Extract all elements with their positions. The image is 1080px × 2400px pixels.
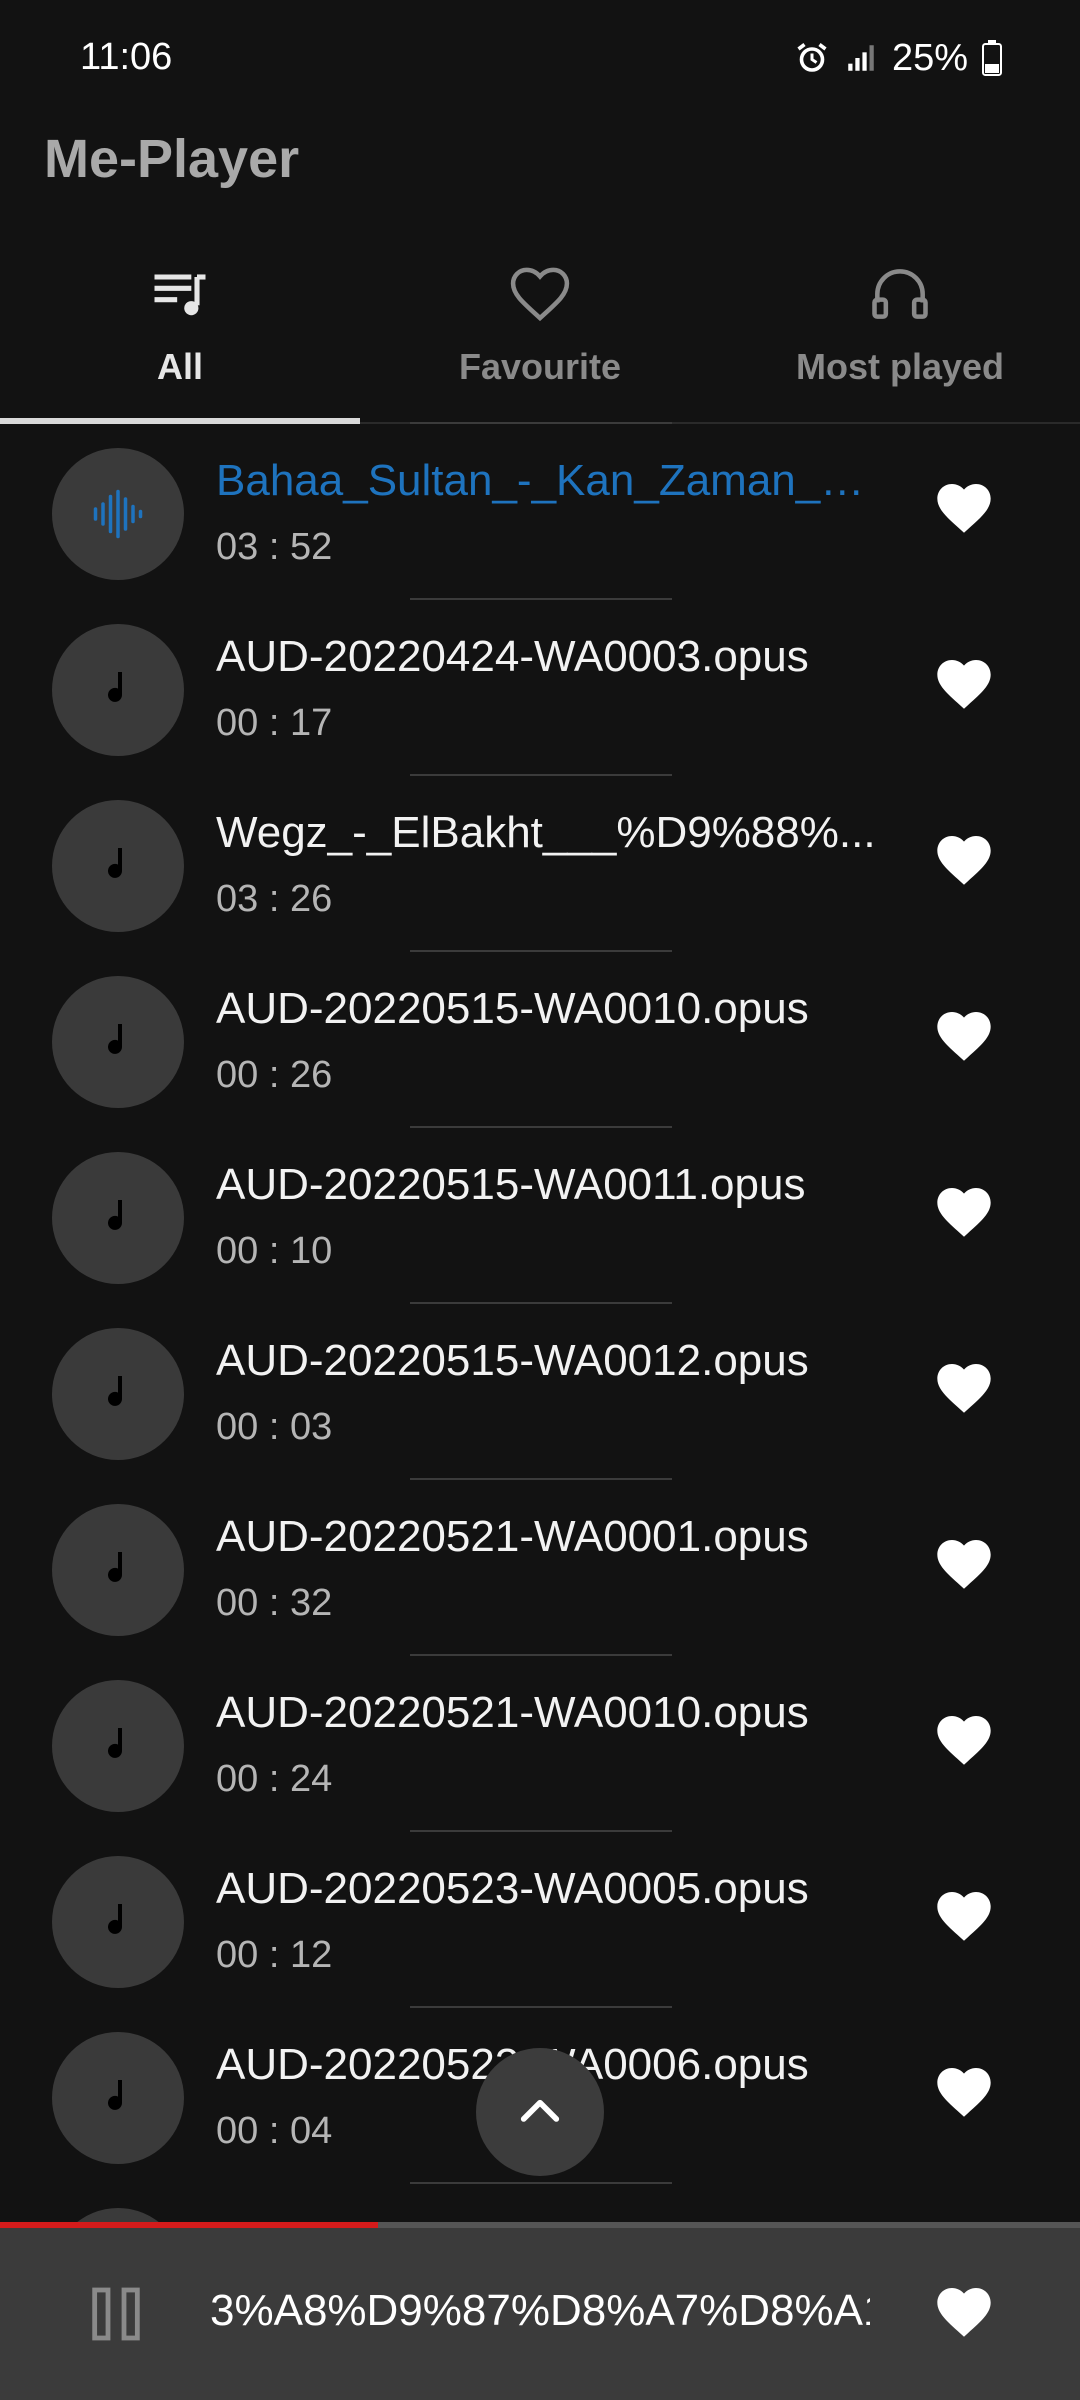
playlist-icon — [154, 274, 206, 316]
song-row-partial[interactable] — [0, 2182, 1080, 2222]
song-duration: 00 : 24 — [216, 1758, 333, 1800]
song-title: AUD-20220521-WA0010.opus — [216, 1688, 809, 1737]
favorite-heart-icon[interactable] — [932, 2280, 996, 2344]
song-list[interactable]: Bahaa_Sultan_-_Kan_Zaman__... 03 : 52 AU… — [0, 422, 1080, 2222]
row-divider — [410, 2006, 672, 2008]
song-row[interactable]: Bahaa_Sultan_-_Kan_Zaman__... 03 : 52 — [0, 422, 1080, 598]
row-divider — [410, 422, 672, 424]
tab-all-label: All — [156, 346, 203, 387]
song-avatar — [52, 1152, 184, 1284]
row-divider — [410, 950, 672, 952]
row-divider — [410, 1654, 672, 1656]
song-avatar — [52, 1680, 184, 1812]
pause-icon[interactable] — [84, 2282, 148, 2346]
song-duration: 00 : 26 — [216, 1054, 333, 1096]
song-row[interactable]: AUD-20220424-WA0003.opus 00 : 17 — [0, 598, 1080, 774]
progress-fill — [0, 2222, 378, 2228]
tab-most-played[interactable]: Most played — [720, 240, 1080, 422]
song-avatar — [52, 2208, 184, 2222]
song-row[interactable]: AUD-20220521-WA0010.opus 00 : 24 — [0, 1654, 1080, 1830]
song-duration: 00 : 10 — [216, 1230, 333, 1272]
music-note-icon — [108, 1728, 122, 1758]
row-divider — [410, 1302, 672, 1304]
soundwave-icon — [93, 489, 143, 539]
song-title: AUD-20220521-WA0001.opus — [216, 1512, 809, 1561]
tab-favourite[interactable]: Favourite — [360, 240, 720, 422]
status-time: 11:06 — [80, 36, 173, 78]
battery-icon — [982, 40, 1002, 76]
song-title: AUD-20220424-WA0003.opus — [216, 632, 809, 681]
song-avatar — [52, 976, 184, 1108]
favorite-heart-icon[interactable] — [932, 652, 996, 716]
favorite-heart-icon[interactable] — [932, 1708, 996, 1772]
song-row[interactable]: AUD-20220515-WA0010.opus 00 : 26 — [0, 950, 1080, 1126]
chevron-up-icon — [520, 2099, 560, 2122]
alarm-icon — [794, 40, 830, 76]
music-note-icon — [108, 2080, 122, 2110]
tab-most-played-label: Most played — [795, 346, 1005, 387]
app-title: Me-Player — [44, 129, 300, 189]
song-avatar — [52, 1856, 184, 1988]
music-note-icon — [108, 672, 122, 702]
song-title: AUD-20220515-WA0012.opus — [216, 1336, 809, 1385]
row-divider — [410, 1478, 672, 1480]
favorite-heart-icon[interactable] — [932, 1004, 996, 1068]
favorite-heart-icon[interactable] — [932, 1356, 996, 1420]
song-duration: 00 : 03 — [216, 1406, 333, 1448]
song-title: Bahaa_Sultan_-_Kan_Zaman__... — [216, 456, 876, 505]
scroll-to-top-button[interactable] — [476, 2048, 604, 2176]
song-title: AUD-20220523-WA0005.opus — [216, 1864, 809, 1913]
music-note-icon — [108, 1024, 122, 1054]
favorite-heart-icon[interactable] — [932, 828, 996, 892]
tab-bar: All Favourite Most played — [0, 240, 1080, 424]
mini-player[interactable]: 3%A8%D9%87%D8%A7%D8%A1_ — [0, 2222, 1080, 2400]
progress-bar[interactable] — [0, 2222, 1080, 2228]
song-duration: 00 : 12 — [216, 1934, 333, 1976]
tab-favourite-label: Favourite — [458, 346, 622, 387]
song-duration: 03 : 52 — [216, 526, 333, 568]
song-row[interactable]: AUD-20220523-WA0005.opus 00 : 12 — [0, 1830, 1080, 2006]
row-divider — [410, 2182, 672, 2184]
headphones-icon — [872, 269, 928, 319]
song-row[interactable]: AUD-20220515-WA0012.opus 00 : 03 — [0, 1302, 1080, 1478]
favorite-heart-icon[interactable] — [932, 1532, 996, 1596]
row-divider — [410, 1126, 672, 1128]
now-playing-title: 3%A8%D9%87%D8%A7%D8%A1_ — [210, 2286, 870, 2335]
battery-percent: 25% — [891, 36, 968, 79]
song-avatar — [52, 1328, 184, 1460]
song-row[interactable]: AUD-20220515-WA0011.opus 00 : 10 — [0, 1126, 1080, 1302]
music-note-icon — [108, 1200, 122, 1230]
song-avatar — [52, 2032, 184, 2164]
song-title: AUD-20220515-WA0011.opus — [216, 1160, 806, 1209]
song-avatar — [52, 1504, 184, 1636]
favorite-heart-icon[interactable] — [932, 476, 996, 540]
song-title: AUD-20220515-WA0010.opus — [216, 984, 809, 1033]
tab-all[interactable]: All — [0, 240, 360, 424]
status-bar: 11:06 25% — [0, 0, 1080, 120]
song-row[interactable]: AUD-20220521-WA0001.opus 00 : 32 — [0, 1478, 1080, 1654]
music-note-icon — [108, 1904, 122, 1934]
row-divider — [410, 598, 672, 600]
song-avatar — [52, 800, 184, 932]
status-icons: 25% — [794, 34, 1002, 82]
song-duration: 00 : 04 — [216, 2110, 333, 2152]
song-duration: 00 : 17 — [216, 702, 333, 744]
row-divider — [410, 774, 672, 776]
song-duration: 00 : 32 — [216, 1582, 333, 1624]
favorite-heart-icon[interactable] — [932, 1884, 996, 1948]
song-duration: 03 : 26 — [216, 878, 333, 920]
song-avatar — [52, 624, 184, 756]
song-row[interactable]: Wegz_-_ElBakht___%D9%88%... 03 : 26 — [0, 774, 1080, 950]
favorite-heart-icon[interactable] — [932, 1180, 996, 1244]
music-note-icon — [108, 1376, 122, 1406]
heart-outline-icon — [510, 267, 570, 322]
signal-icon — [844, 41, 878, 75]
song-title: Wegz_-_ElBakht___%D9%88%... — [216, 808, 876, 857]
row-divider — [410, 1830, 672, 1832]
favorite-heart-icon[interactable] — [932, 2060, 996, 2124]
music-note-icon — [108, 1552, 122, 1582]
song-avatar — [52, 448, 184, 580]
music-note-icon — [108, 848, 122, 878]
